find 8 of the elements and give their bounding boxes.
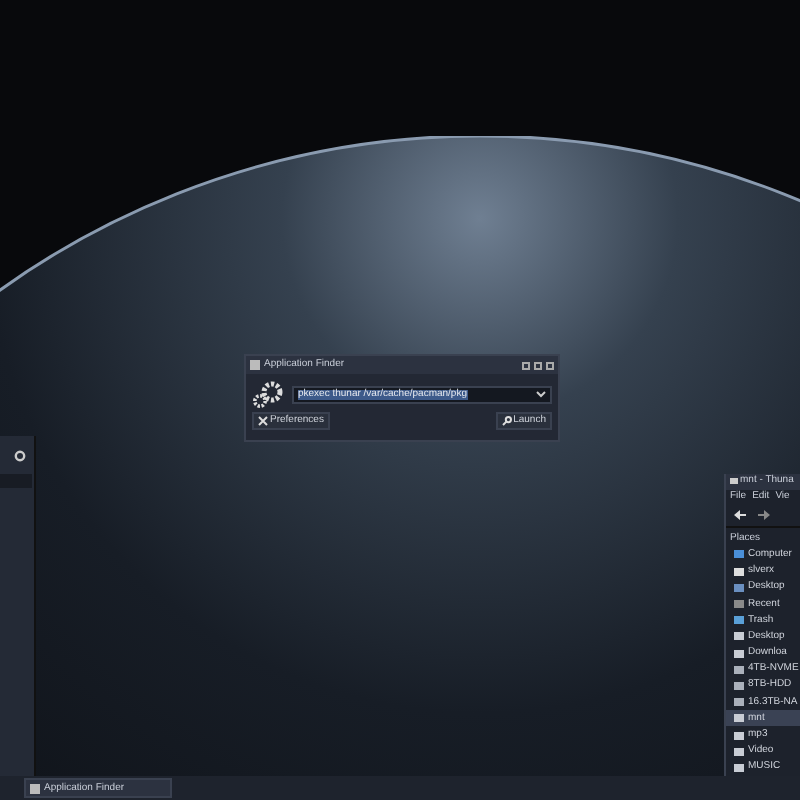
forward-icon[interactable] <box>758 510 770 521</box>
input-field[interactable] <box>0 474 32 488</box>
tools-icon <box>258 416 268 426</box>
back-icon[interactable] <box>734 510 746 521</box>
window-icon <box>250 360 260 370</box>
gears-icon <box>252 380 286 408</box>
caret-icon <box>536 390 546 398</box>
app-icon <box>30 783 40 793</box>
